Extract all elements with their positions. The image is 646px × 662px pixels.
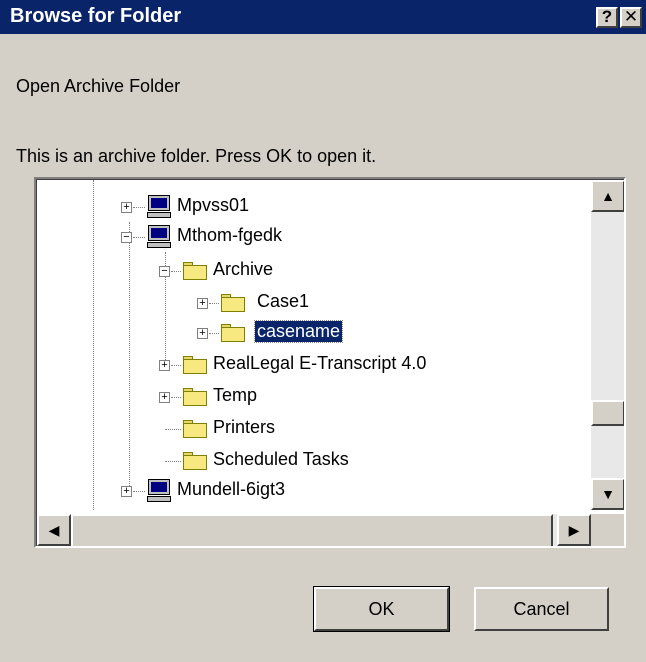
tree-item-label: Mundell-6igt3 — [177, 479, 286, 499]
tree-connector — [171, 397, 181, 398]
tree-item-case1[interactable]: + Case1 — [37, 288, 587, 318]
expand-icon[interactable]: + — [121, 486, 132, 497]
scroll-left-button[interactable]: ◀ — [37, 514, 71, 546]
computer-icon — [147, 479, 171, 502]
description-text: This is an archive folder. Press OK to o… — [16, 146, 377, 166]
scroll-down-button[interactable]: ▼ — [591, 478, 624, 510]
tree-item-label: Scheduled Tasks — [213, 449, 349, 469]
horizontal-scroll-thumb[interactable] — [71, 514, 553, 546]
expand-icon[interactable]: + — [197, 328, 208, 339]
expand-icon[interactable]: + — [121, 202, 132, 213]
vertical-scrollbar[interactable]: ▲ ▼ — [591, 180, 624, 510]
tree-connector — [209, 333, 219, 334]
tree-item-mthom-fgedk[interactable]: − Mthom-fgedk — [37, 222, 587, 252]
prompt-text: Open Archive Folder — [16, 76, 181, 96]
tree-connector — [171, 271, 181, 272]
scheduled-tasks-folder-icon — [183, 452, 207, 470]
tree-item-label: Temp — [213, 385, 258, 405]
tree-connector — [133, 237, 145, 238]
tree-connector — [133, 207, 145, 208]
tree-item-label: RealLegal E-Transcript 4.0 — [213, 353, 427, 373]
folder-open-icon — [221, 324, 245, 342]
folder-icon — [221, 294, 245, 312]
tree-connector — [209, 303, 219, 304]
tree-connector — [165, 429, 181, 430]
expand-icon[interactable]: + — [197, 298, 208, 309]
tree-item-label: Archive — [213, 259, 274, 279]
computer-icon — [147, 225, 171, 248]
tree-item-scheduled-tasks[interactable]: Scheduled Tasks — [37, 446, 587, 476]
close-button[interactable]: ✕ — [620, 7, 642, 28]
expand-icon[interactable]: + — [159, 392, 170, 403]
cancel-button[interactable]: Cancel — [474, 587, 609, 631]
tree-item-reallegal[interactable]: + RealLegal E-Transcript 4.0 — [37, 350, 587, 380]
horizontal-scrollbar[interactable]: ◀ ▶ — [37, 514, 591, 546]
collapse-icon[interactable]: − — [121, 232, 132, 243]
scrollbar-corner — [591, 514, 624, 546]
collapse-icon[interactable]: − — [159, 266, 170, 277]
folder-icon — [183, 356, 207, 374]
scroll-up-button[interactable]: ▲ — [591, 180, 624, 212]
folder-tree[interactable]: + Mpvss01 − Mthom-fgedk − Archive + Case… — [34, 177, 626, 548]
printers-folder-icon — [183, 420, 207, 438]
ok-button[interactable]: OK — [313, 586, 450, 632]
tree-item-label-selected: casename — [253, 320, 344, 343]
tree-item-casename[interactable]: + casename — [37, 318, 587, 348]
tree-item-printers[interactable]: Printers — [37, 414, 587, 444]
tree-connector — [165, 461, 181, 462]
tree-item-temp[interactable]: + Temp — [37, 382, 587, 412]
tree-item-archive[interactable]: − Archive — [37, 256, 587, 286]
help-button[interactable]: ? — [596, 7, 618, 28]
tree-item-label: Case1 — [257, 291, 310, 311]
tree-connector — [133, 491, 145, 492]
folder-open-icon — [183, 262, 207, 280]
scroll-right-button[interactable]: ▶ — [557, 514, 591, 546]
computer-icon — [147, 195, 171, 218]
vertical-scroll-thumb[interactable] — [591, 400, 624, 426]
title-bar[interactable]: Browse for Folder ? ✕ — [0, 0, 646, 34]
tree-item-label: Printers — [213, 417, 276, 437]
tree-item-label: Mpvss01 — [177, 195, 250, 215]
window-title: Browse for Folder — [10, 5, 182, 27]
tree-item-mundell-6igt3[interactable]: + Mundell-6igt3 — [37, 476, 587, 506]
tree-connector — [171, 365, 181, 366]
tree-item-label: Mthom-fgedk — [177, 225, 283, 245]
tree-item-mpvss01[interactable]: + Mpvss01 — [37, 192, 587, 222]
expand-icon[interactable]: + — [159, 360, 170, 371]
folder-icon — [183, 388, 207, 406]
